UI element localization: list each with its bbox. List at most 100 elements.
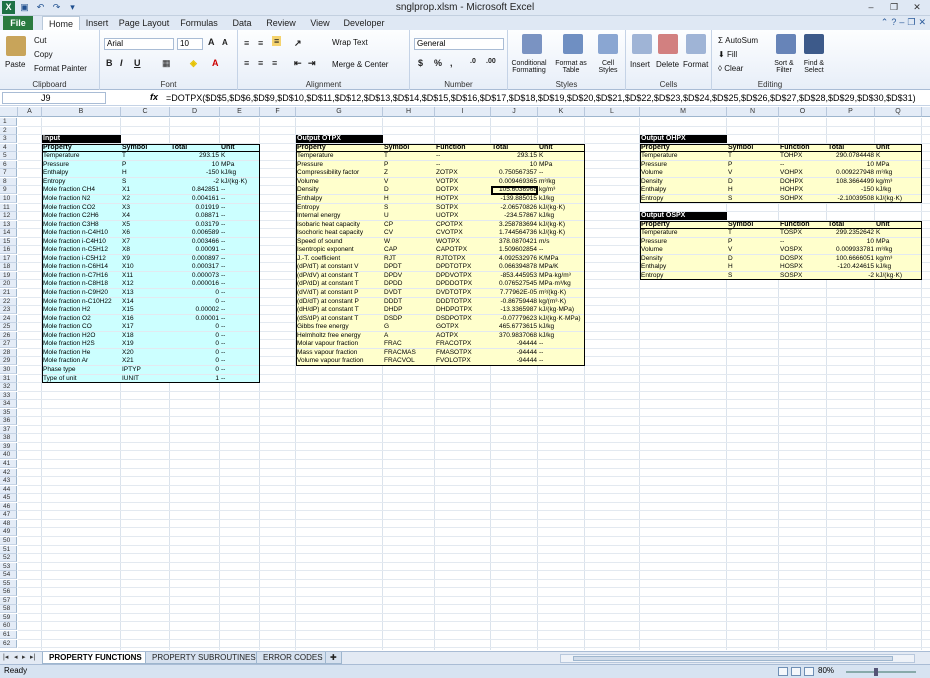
merge-center-button[interactable]: Merge & Center: [332, 60, 388, 69]
tab-insert[interactable]: Insert: [83, 16, 111, 30]
sort-filter-button[interactable]: Sort & Filter: [770, 60, 798, 74]
zoom-slider-thumb[interactable]: [874, 668, 878, 676]
row-header[interactable]: 39: [0, 442, 17, 451]
format-cells-icon[interactable]: [686, 34, 706, 54]
cell-styles-button[interactable]: Cell Styles: [592, 60, 624, 74]
zoom-slider[interactable]: [846, 671, 916, 673]
cell-styles-icon[interactable]: [598, 34, 618, 54]
tab-data[interactable]: Data: [228, 16, 256, 30]
center-icon[interactable]: ≡: [258, 58, 263, 68]
row-header[interactable]: 46: [0, 502, 17, 511]
row-header[interactable]: 9: [0, 186, 17, 195]
sheet-tab-error-codes[interactable]: ERROR CODES: [256, 652, 330, 664]
row-header[interactable]: 3: [0, 135, 17, 144]
conditional-formatting-button[interactable]: Conditional Formatting: [510, 60, 548, 74]
row-header[interactable]: 36: [0, 417, 17, 426]
format-cells-button[interactable]: Format: [683, 60, 708, 69]
find-select-button[interactable]: Find & Select: [800, 60, 828, 74]
format-painter-button[interactable]: Format Painter: [34, 64, 87, 73]
help-icon[interactable]: ?: [891, 17, 896, 28]
increase-decimal-icon[interactable]: .0: [470, 58, 476, 65]
bold-icon[interactable]: B: [106, 58, 113, 68]
format-as-table-button[interactable]: Format as Table: [552, 60, 590, 74]
row-header[interactable]: 48: [0, 519, 17, 528]
delete-cells-button[interactable]: Delete: [656, 60, 679, 69]
row-header[interactable]: 12: [0, 212, 17, 221]
column-header-k[interactable]: K: [538, 107, 585, 117]
normal-view-icon[interactable]: [778, 667, 788, 676]
column-header-h[interactable]: H: [383, 107, 435, 117]
row-header[interactable]: 16: [0, 246, 17, 255]
row-header[interactable]: 45: [0, 494, 17, 503]
zoom-level[interactable]: 80%: [818, 666, 834, 675]
find-select-icon[interactable]: [804, 34, 824, 54]
row-header[interactable]: 62: [0, 639, 17, 648]
row-header[interactable]: 24: [0, 314, 17, 323]
last-sheet-icon[interactable]: ▸|: [30, 653, 35, 661]
column-header-o[interactable]: O: [779, 107, 827, 117]
fill-color-icon[interactable]: ◈: [190, 58, 197, 69]
row-header[interactable]: 58: [0, 605, 17, 614]
row-header[interactable]: 19: [0, 271, 17, 280]
row-header[interactable]: 8: [0, 177, 17, 186]
row-header[interactable]: 38: [0, 434, 17, 443]
column-header-n[interactable]: N: [727, 107, 779, 117]
row-header[interactable]: 29: [0, 357, 17, 366]
row-header[interactable]: 60: [0, 622, 17, 631]
italic-icon[interactable]: I: [120, 58, 123, 68]
tab-file[interactable]: File: [3, 16, 33, 30]
copy-button[interactable]: Copy: [34, 50, 53, 59]
column-header-c[interactable]: C: [121, 107, 170, 117]
prev-sheet-icon[interactable]: ◂: [14, 653, 18, 661]
clear-button[interactable]: ◊ Clear: [718, 64, 743, 73]
row-header[interactable]: 56: [0, 588, 17, 597]
tab-developer[interactable]: Developer: [341, 16, 387, 30]
column-header-j[interactable]: J: [491, 107, 538, 117]
scroll-thumb[interactable]: [573, 656, 893, 661]
row-header[interactable]: 40: [0, 451, 17, 460]
row-header[interactable]: 30: [0, 365, 17, 374]
name-box[interactable]: J9: [2, 92, 106, 104]
worksheet-grid[interactable]: ABCDEFGHIJKLMNOPQR1234567891011121314151…: [0, 107, 930, 650]
row-header[interactable]: 28: [0, 348, 17, 357]
column-header-q[interactable]: Q: [875, 107, 922, 117]
row-header[interactable]: 57: [0, 596, 17, 605]
first-sheet-icon[interactable]: |◂: [3, 653, 8, 661]
row-header[interactable]: 35: [0, 408, 17, 417]
orientation-icon[interactable]: ↗: [294, 38, 302, 49]
paste-icon[interactable]: [6, 36, 26, 56]
row-header[interactable]: 50: [0, 536, 17, 545]
row-header[interactable]: 25: [0, 323, 17, 332]
conditional-formatting-icon[interactable]: [522, 34, 542, 54]
comma-icon[interactable]: ,: [450, 58, 453, 68]
row-header[interactable]: 42: [0, 468, 17, 477]
decrease-indent-icon[interactable]: ⇤: [294, 58, 302, 69]
column-header-d[interactable]: D: [170, 107, 220, 117]
row-header[interactable]: 15: [0, 237, 17, 246]
column-header-e[interactable]: E: [220, 107, 260, 117]
row-header[interactable]: 4: [0, 143, 17, 152]
grow-font-icon[interactable]: A: [208, 37, 215, 47]
tab-view[interactable]: View: [306, 16, 334, 30]
align-bottom-icon[interactable]: ≡: [272, 36, 282, 46]
delete-cells-icon[interactable]: [658, 34, 678, 54]
paste-button[interactable]: Paste: [5, 60, 25, 69]
row-header[interactable]: 43: [0, 477, 17, 486]
select-all-corner[interactable]: [0, 107, 18, 117]
row-header[interactable]: 44: [0, 485, 17, 494]
row-header[interactable]: 11: [0, 203, 17, 212]
row-header[interactable]: 61: [0, 631, 17, 639]
row-header[interactable]: 49: [0, 528, 17, 537]
cut-button[interactable]: Cut: [34, 36, 46, 45]
row-header[interactable]: 31: [0, 374, 17, 383]
row-header[interactable]: 18: [0, 263, 17, 272]
row-header[interactable]: 22: [0, 297, 17, 306]
tab-home[interactable]: Home: [42, 16, 80, 30]
column-header-r[interactable]: R: [922, 107, 930, 117]
font-size-combo[interactable]: 10: [177, 38, 203, 50]
underline-icon[interactable]: U: [134, 58, 141, 68]
align-left-icon[interactable]: ≡: [244, 58, 249, 68]
column-header-f[interactable]: F: [260, 107, 296, 117]
restore-icon[interactable]: ❐: [883, 0, 905, 14]
column-header-g[interactable]: G: [296, 107, 383, 117]
